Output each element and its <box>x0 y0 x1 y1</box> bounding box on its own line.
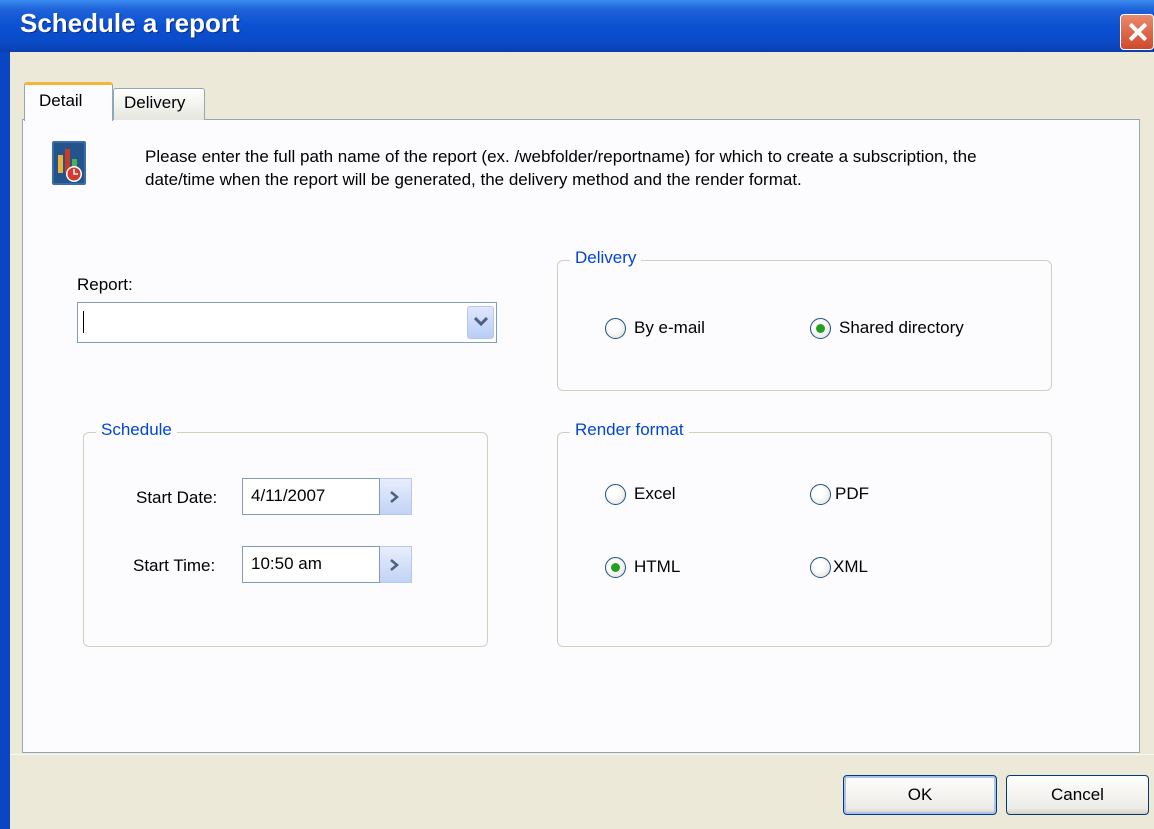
chevron-right-icon <box>390 559 399 571</box>
report-label: Report: <box>77 275 133 294</box>
delivery-email-label[interactable]: By e-mail <box>634 318 705 338</box>
chevron-right-icon <box>390 491 399 503</box>
delivery-group-title: Delivery <box>570 248 642 268</box>
separator <box>10 754 1154 755</box>
title-bar[interactable]: Schedule a report <box>0 0 1154 52</box>
start-date-label: Start Date: <box>136 488 218 507</box>
delivery-shared-directory-label[interactable]: Shared directory <box>839 318 964 338</box>
start-date-picker-button[interactable] <box>380 478 412 515</box>
cancel-button[interactable]: Cancel <box>1006 775 1149 815</box>
render-xml-label[interactable]: XML <box>833 557 868 577</box>
close-icon[interactable] <box>1120 14 1154 50</box>
start-time-label: Start Time: <box>133 556 216 575</box>
delivery-group: Delivery <box>557 248 1052 391</box>
start-time-picker-button[interactable] <box>380 546 412 583</box>
report-dropdown-button[interactable] <box>467 306 494 339</box>
schedule-group-title: Schedule <box>96 420 177 440</box>
render-excel-label[interactable]: Excel <box>634 484 676 504</box>
text-caret <box>83 311 84 333</box>
chevron-down-icon <box>474 317 488 327</box>
render-xml-radio[interactable] <box>810 557 831 578</box>
start-date-field[interactable]: 4/11/2007 <box>242 478 380 515</box>
report-chart-icon <box>52 141 86 185</box>
schedule-group: Schedule <box>83 420 488 647</box>
start-time-field[interactable]: 10:50 am <box>242 546 380 583</box>
tab-delivery[interactable]: Delivery <box>113 88 205 120</box>
window-title: Schedule a report <box>20 8 240 38</box>
render-excel-radio[interactable] <box>605 484 626 505</box>
delivery-email-radio[interactable] <box>605 318 626 339</box>
render-format-group-title: Render format <box>570 420 689 440</box>
delivery-shared-directory-radio[interactable] <box>810 318 831 339</box>
instructions-text: Please enter the full path name of the r… <box>145 147 977 189</box>
render-html-label[interactable]: HTML <box>634 557 680 577</box>
report-combobox[interactable] <box>77 302 497 343</box>
window-frame-left <box>0 52 10 829</box>
render-pdf-label[interactable]: PDF <box>835 484 869 504</box>
render-html-radio[interactable] <box>605 557 626 578</box>
render-pdf-radio[interactable] <box>810 484 831 505</box>
render-format-group: Render format <box>557 420 1052 647</box>
ok-button[interactable]: OK <box>843 775 997 815</box>
tab-detail[interactable]: Detail <box>24 82 113 121</box>
